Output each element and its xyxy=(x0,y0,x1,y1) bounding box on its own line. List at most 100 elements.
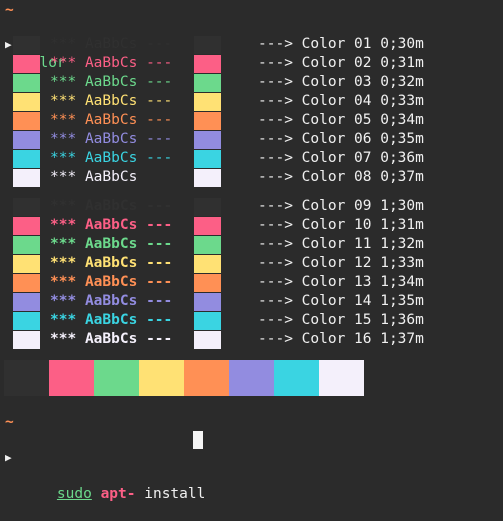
palette-cell xyxy=(49,360,94,396)
color-swatch-left xyxy=(13,131,40,149)
color-code-arrow: ---> xyxy=(258,217,293,233)
color-sample-dashes: --- xyxy=(146,112,173,128)
color-sample-stars: *** xyxy=(50,274,77,290)
color-sample-stars: *** xyxy=(50,236,77,252)
color-sample-word: AaBbCs xyxy=(84,169,138,185)
color-code-text: Color 04 0;33m xyxy=(301,93,424,109)
color-code-arrow: ---> xyxy=(258,112,293,128)
color-swatch-right xyxy=(194,55,221,73)
color-code-arrow: ---> xyxy=(258,274,293,290)
color-code-label: ---> Color 16 1;37m xyxy=(258,330,424,349)
color-sample-dashes: --- xyxy=(146,255,173,271)
color-sample-text: *** AaBbCs --- xyxy=(50,330,172,349)
color-sample-stars: *** xyxy=(50,93,77,109)
color-row: *** AaBbCs --- ---> Color 10 1;31m xyxy=(0,216,503,235)
color-sample-text: *** AaBbCs --- xyxy=(50,149,172,168)
color-code-text: Color 10 1;31m xyxy=(301,217,424,233)
color-row: *** AaBbCs --- ---> Color 12 1;33m xyxy=(0,254,503,273)
color-code-text: Color 06 0;35m xyxy=(301,131,424,147)
color-sample-word: AaBbCs xyxy=(84,55,138,71)
color-code-text: Color 08 0;37m xyxy=(301,169,424,185)
color-code-text: Color 12 1;33m xyxy=(301,255,424,271)
color-sample-dashes: --- xyxy=(146,93,173,109)
color-swatch-left xyxy=(13,150,40,168)
color-swatch-left xyxy=(13,198,40,216)
color-sample-text: *** AaBbCs --- xyxy=(50,311,172,330)
color-sample-dashes: --- xyxy=(146,293,173,309)
color-sample-stars: *** xyxy=(50,74,77,90)
color-sample-stars: *** xyxy=(50,198,77,214)
color-code-text: Color 15 1;36m xyxy=(301,312,424,328)
color-swatch-right xyxy=(194,93,221,111)
prompt-line: ▶ color xyxy=(0,18,503,71)
color-sample-dashes: --- xyxy=(146,217,173,233)
color-sample-dashes: --- xyxy=(146,236,173,252)
color-sample-stars: *** xyxy=(50,217,77,233)
color-sample-word: AaBbCs xyxy=(84,331,138,347)
color-code-label: ---> Color 06 0;35m xyxy=(258,130,424,149)
color-swatch-right xyxy=(194,236,221,254)
final-prompt-line[interactable]: ▶ sudo apt- install xyxy=(0,431,503,502)
color-sample-word: AaBbCs xyxy=(84,236,138,252)
final-prompt-tilde: ~ xyxy=(5,414,14,430)
color-swatch-right xyxy=(194,112,221,130)
color-swatch-left xyxy=(13,274,40,292)
color-code-arrow: ---> xyxy=(258,150,293,166)
color-sample-text: *** AaBbCs --- xyxy=(50,130,172,149)
color-sample-word: AaBbCs xyxy=(84,112,138,128)
color-swatch-right xyxy=(194,312,221,330)
final-prompt-command[interactable]: sudo apt- install xyxy=(22,467,205,521)
color-row: *** AaBbCs --- ---> Color 03 0;32m xyxy=(0,73,503,92)
color-code-label: ---> Color 01 0;30m xyxy=(258,35,424,54)
color-sample-text: *** AaBbCs --- xyxy=(50,235,172,254)
color-swatch-left xyxy=(13,293,40,311)
color-sample-word: AaBbCs xyxy=(84,255,138,271)
color-code-text: Color 03 0;32m xyxy=(301,74,424,90)
color-swatch-left xyxy=(13,55,40,73)
color-row: *** AaBbCs --- ---> Color 01 0;30m xyxy=(0,35,503,54)
color-swatch-left xyxy=(13,74,40,92)
color-code-arrow: ---> xyxy=(258,293,293,309)
palette-cell xyxy=(4,360,49,396)
color-sample-text: *** AaBbCs --- xyxy=(50,92,172,111)
color-sample-word: AaBbCs xyxy=(84,312,138,328)
color-sample-stars: *** xyxy=(50,331,77,347)
color-sample-stars: *** xyxy=(50,293,77,309)
color-sample-text: *** AaBbCs --- xyxy=(50,216,172,235)
color-sample-word: AaBbCs xyxy=(84,150,138,166)
color-sample-stars: *** xyxy=(50,255,77,271)
color-swatch-right xyxy=(194,274,221,292)
color-code-arrow: ---> xyxy=(258,198,293,214)
color-sample-stars: *** xyxy=(50,36,77,52)
color-code-arrow: ---> xyxy=(258,74,293,90)
color-sample-stars: *** xyxy=(50,112,77,128)
color-sample-word: AaBbCs xyxy=(84,274,138,290)
color-swatch-left xyxy=(13,331,40,349)
text-cursor xyxy=(193,431,203,449)
palette-cell xyxy=(139,360,184,396)
color-sample-stars: *** xyxy=(50,169,77,185)
color-sample-dashes: --- xyxy=(146,331,173,347)
color-row: *** AaBbCs --- ---> Color 14 1;35m xyxy=(0,292,503,311)
color-code-label: ---> Color 08 0;37m xyxy=(258,168,424,187)
color-sample-dashes: --- xyxy=(146,74,173,90)
color-swatch-right xyxy=(194,74,221,92)
color-code-label: ---> Color 02 0;31m xyxy=(258,54,424,73)
install-arg: install xyxy=(144,486,206,502)
color-sample-text: *** AaBbCs --- xyxy=(50,54,172,73)
color-code-label: ---> Color 05 0;34m xyxy=(258,111,424,130)
color-row: *** AaBbCs --- ---> Color 09 1;30m xyxy=(0,197,503,216)
color-swatch-left xyxy=(13,36,40,54)
sudo-command: sudo xyxy=(56,486,92,502)
color-sample-text: *** AaBbCs --- xyxy=(50,197,172,216)
color-code-arrow: ---> xyxy=(258,169,293,185)
color-code-arrow: ---> xyxy=(258,255,293,271)
color-sample-text: *** AaBbCs --- xyxy=(50,111,172,130)
color-sample-word: AaBbCs xyxy=(84,93,138,109)
color-swatch-right xyxy=(194,255,221,273)
color-code-label: ---> Color 03 0;32m xyxy=(258,73,424,92)
color-code-text: Color 11 1;32m xyxy=(301,236,424,252)
color-row: *** AaBbCs --- ---> Color 02 0;31m xyxy=(0,54,503,73)
color-sample-word: AaBbCs xyxy=(84,74,138,90)
color-sample-dashes: --- xyxy=(146,274,173,290)
